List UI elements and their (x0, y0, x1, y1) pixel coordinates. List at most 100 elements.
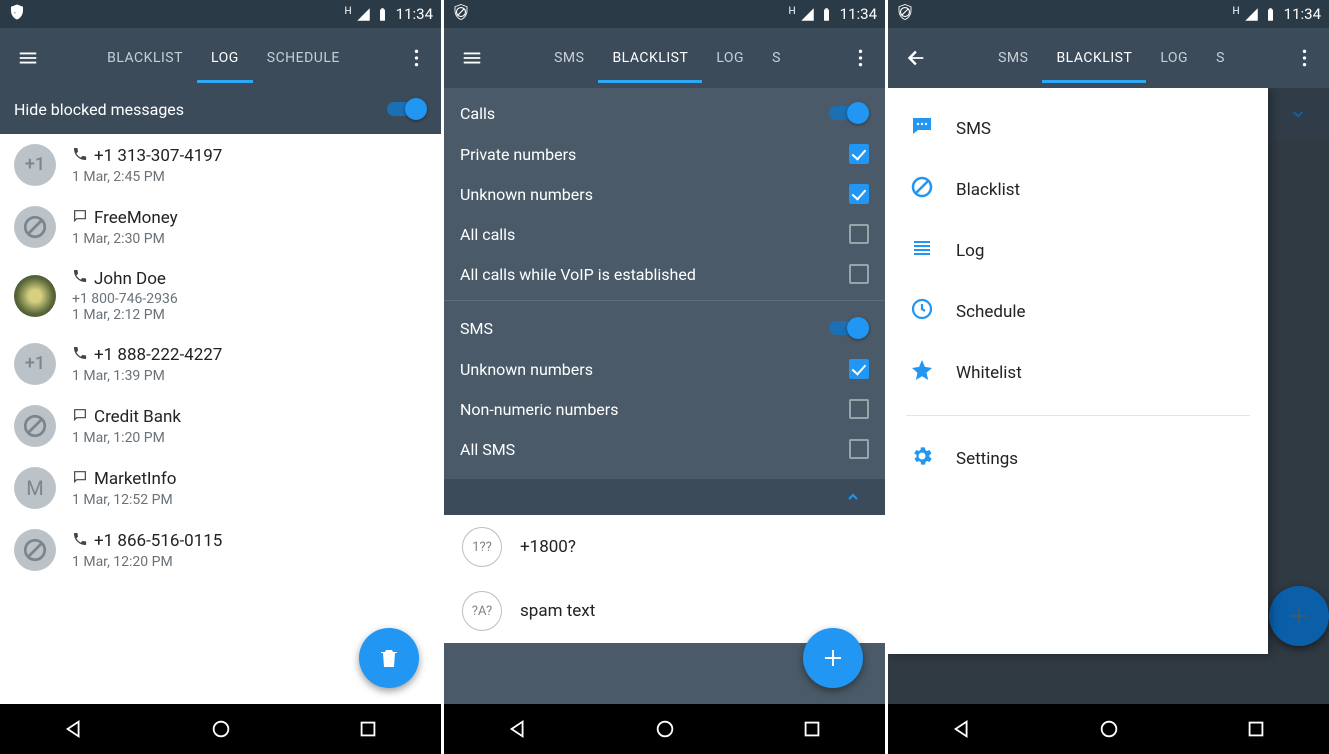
setting-row[interactable]: Unknown numbers (444, 349, 885, 389)
collapse-toggle[interactable] (444, 479, 885, 515)
setting-row[interactable]: Private numbers (444, 134, 885, 174)
country-code-avatar: +1 (14, 144, 56, 186)
setting-row[interactable]: All SMS (444, 429, 885, 469)
status-time: 11:34 (396, 5, 433, 23)
nav-home-icon[interactable] (1098, 718, 1120, 740)
blocked-icon (14, 206, 56, 248)
log-item[interactable]: +1+1 313-307-41971 Mar, 2:45 PM (0, 134, 441, 196)
nav-back-icon[interactable] (951, 718, 973, 740)
overflow-menu-icon[interactable] (1287, 47, 1321, 69)
log-item[interactable]: John Doe+1 800-746-29361 Mar, 2:12 PM (0, 258, 441, 333)
drawer-item[interactable]: Settings (888, 428, 1268, 489)
phone-icon (72, 146, 88, 167)
checkbox[interactable] (849, 264, 869, 284)
log-title: MarketInfo (94, 469, 177, 489)
pattern-icon: 1?? (462, 527, 502, 567)
letter-avatar: M (14, 467, 56, 509)
log-title: John Doe (94, 269, 166, 289)
tab-log[interactable]: LOG (1146, 34, 1202, 83)
tab-sms[interactable]: SMS (984, 34, 1042, 83)
calls-switch[interactable] (829, 102, 869, 124)
checkbox[interactable] (849, 359, 869, 379)
hide-blocked-switch[interactable] (387, 98, 427, 120)
tab-log[interactable]: LOG (197, 34, 253, 83)
setting-label: Non-numeric numbers (460, 400, 618, 419)
hamburger-icon[interactable] (8, 47, 48, 69)
log-item[interactable]: +1+1 888-222-42271 Mar, 1:39 PM (0, 333, 441, 395)
sms-icon (72, 407, 88, 428)
checkbox[interactable] (849, 399, 869, 419)
drawer-item[interactable]: Log (888, 220, 1268, 281)
network-indicator: H (345, 6, 352, 17)
android-navbar (888, 704, 1329, 754)
setting-label: Unknown numbers (460, 185, 593, 204)
tab-truncated[interactable]: S (1202, 34, 1239, 83)
setting-row[interactable]: Unknown numbers (444, 174, 885, 214)
drawer-label: Whitelist (956, 363, 1022, 383)
log-sub: +1 800-746-2936 (72, 291, 427, 307)
hide-blocked-label: Hide blocked messages (14, 100, 184, 119)
blacklist-entry[interactable]: 1?? +1800? (444, 515, 885, 579)
tab-log[interactable]: LOG (702, 34, 758, 83)
log-title: +1 888-222-4227 (94, 345, 222, 365)
log-sub: 1 Mar, 2:30 PM (72, 231, 427, 247)
setting-label: All calls (460, 225, 515, 244)
setting-label: All SMS (460, 440, 515, 459)
add-fab[interactable] (803, 628, 863, 688)
nav-back-icon[interactable] (507, 718, 529, 740)
nav-recent-icon[interactable] (1245, 718, 1267, 740)
phone-icon (72, 345, 88, 366)
nav-home-icon[interactable] (210, 718, 232, 740)
tab-blacklist[interactable]: BLACKLIST (93, 34, 197, 83)
status-bar: H 11:34 (0, 0, 441, 28)
signal-icon (1244, 7, 1259, 22)
log-title: +1 866-516-0115 (94, 531, 222, 551)
tab-blacklist[interactable]: BLACKLIST (598, 34, 702, 83)
log-sub: 1 Mar, 12:20 PM (72, 554, 427, 570)
contact-photo-avatar (14, 275, 56, 317)
tab-truncated[interactable]: S (758, 34, 795, 83)
drawer-item[interactable]: Blacklist (888, 159, 1268, 220)
sms-switch[interactable] (829, 317, 869, 339)
log-item[interactable]: +1 866-516-0115 1 Mar, 12:20 PM (0, 519, 441, 581)
blacklist-label: +1800? (520, 537, 576, 557)
sms-icon (910, 114, 934, 143)
setting-row[interactable]: All calls (444, 214, 885, 254)
setting-label: All calls while VoIP is established (460, 265, 696, 284)
phone-icon (72, 531, 88, 552)
tab-schedule[interactable]: SCHEDULE (253, 34, 354, 83)
log-item[interactable]: FreeMoney 1 Mar, 2:30 PM (0, 196, 441, 258)
setting-row[interactable]: All calls while VoIP is established (444, 254, 885, 294)
drawer-item[interactable]: Schedule (888, 281, 1268, 342)
hamburger-icon[interactable] (452, 47, 492, 69)
overflow-menu-icon[interactable] (843, 47, 877, 69)
tab-sms[interactable]: SMS (540, 34, 598, 83)
nav-home-icon[interactable] (654, 718, 676, 740)
log-title: FreeMoney (94, 208, 178, 228)
delete-fab[interactable] (359, 628, 419, 688)
overflow-menu-icon[interactable] (399, 47, 433, 69)
blacklist-entries: 1??+1800??A?spam text (444, 515, 885, 643)
checkbox[interactable] (849, 439, 869, 459)
nav-recent-icon[interactable] (357, 718, 379, 740)
battery-icon (375, 7, 390, 22)
battery-icon (1263, 7, 1278, 22)
tab-blacklist[interactable]: BLACKLIST (1042, 34, 1146, 83)
checkbox[interactable] (849, 144, 869, 164)
status-bar: H 11:34 (888, 0, 1329, 28)
signal-icon (800, 7, 815, 22)
nav-back-icon[interactable] (63, 718, 85, 740)
drawer-label: SMS (956, 119, 991, 139)
setting-row[interactable]: Non-numeric numbers (444, 389, 885, 429)
log-item[interactable]: MMarketInfo1 Mar, 12:52 PM (0, 457, 441, 519)
checkbox[interactable] (849, 224, 869, 244)
drawer-item[interactable]: Whitelist (888, 342, 1268, 403)
log-list: +1+1 313-307-41971 Mar, 2:45 PMFreeMoney… (0, 134, 441, 704)
checkbox[interactable] (849, 184, 869, 204)
back-arrow-icon[interactable] (896, 47, 936, 69)
drawer-item[interactable]: SMS (888, 98, 1268, 159)
log-item[interactable]: Credit Bank1 Mar, 1:20 PM (0, 395, 441, 457)
log-sub: 1 Mar, 1:20 PM (72, 430, 427, 446)
drawer-label: Blacklist (956, 180, 1020, 200)
nav-recent-icon[interactable] (801, 718, 823, 740)
